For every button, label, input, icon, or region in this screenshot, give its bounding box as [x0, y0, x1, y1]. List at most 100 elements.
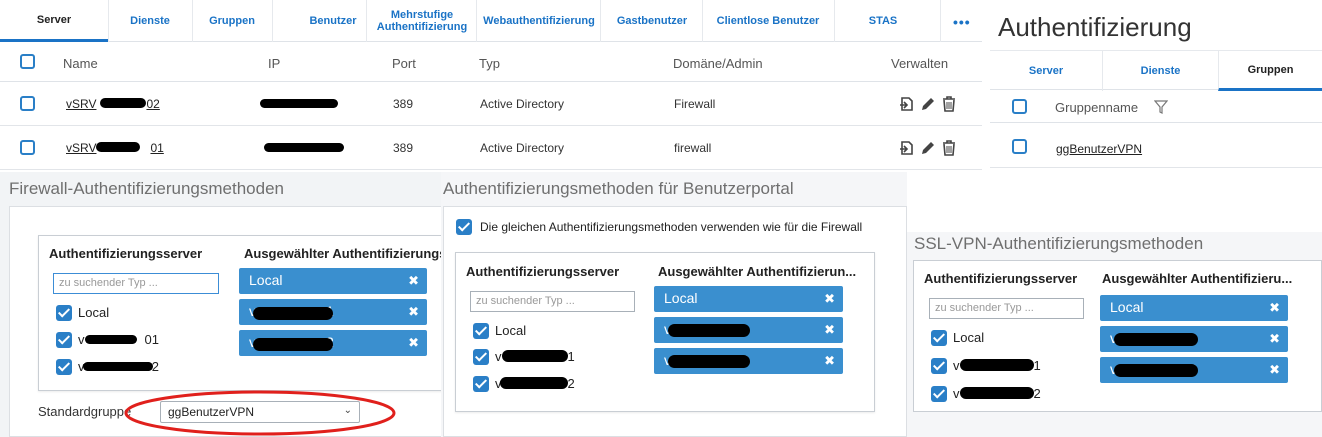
- select-all-checkbox[interactable]: [20, 54, 35, 69]
- search-input[interactable]: zu suchender Typ ...: [53, 273, 219, 294]
- import-icon[interactable]: [899, 96, 915, 112]
- redaction: [253, 338, 333, 351]
- domain-value: Firewall: [674, 97, 716, 111]
- server-item-label: Local: [78, 305, 110, 320]
- redaction: [264, 143, 344, 152]
- server-list-panel: Server Dienste Gruppen Benutzer Mehrstuf…: [0, 0, 982, 172]
- row-checkbox[interactable]: [20, 140, 35, 155]
- edit-icon[interactable]: [920, 96, 936, 112]
- tab-webauthentifizierung[interactable]: Webauthentifizierung: [478, 0, 600, 42]
- redaction: [96, 142, 140, 152]
- page-title: Authentifizierung: [998, 12, 1192, 42]
- more-dots-icon[interactable]: •••: [953, 14, 971, 30]
- remove-icon[interactable]: ✖: [1269, 300, 1280, 316]
- tab-gastbenutzer[interactable]: Gastbenutzer: [604, 0, 700, 42]
- groups-tabbar: Server Dienste Gruppen: [990, 50, 1322, 91]
- col-selected-server: Ausgewählter Authentifizieru...: [1102, 271, 1293, 286]
- col-domain: Domäne/Admin: [673, 56, 763, 71]
- redaction: [83, 362, 153, 371]
- col-manage: Verwalten: [891, 56, 949, 71]
- server-checkbox[interactable]: [473, 376, 489, 392]
- tab-stas[interactable]: STAS: [836, 0, 930, 42]
- remove-icon[interactable]: ✖: [1269, 331, 1280, 347]
- groups-panel: Authentifizierung Server Dienste Gruppen…: [990, 0, 1322, 172]
- groups-table-header: Gruppenname: [990, 91, 1322, 123]
- server-item-label: Local: [953, 330, 985, 345]
- sslvpn-auth-title: SSL-VPN-Authentifizierungsmethoden: [914, 234, 1204, 253]
- server-checkbox[interactable]: [931, 330, 947, 346]
- table-header: Name IP Port Typ Domäne/Admin Verwalten: [0, 42, 982, 82]
- col-type: Typ: [479, 56, 500, 71]
- col-auth-server: Authentifizierungsserver: [924, 271, 1078, 286]
- edit-icon[interactable]: [920, 140, 936, 156]
- filter-icon[interactable]: [1154, 100, 1168, 114]
- import-icon[interactable]: [899, 140, 915, 156]
- default-group-label: Standardgruppe: [38, 404, 132, 419]
- remove-icon[interactable]: ✖: [408, 335, 419, 351]
- redaction: [1114, 364, 1198, 377]
- remove-icon[interactable]: ✖: [824, 322, 835, 338]
- server-item-label: Local: [495, 323, 527, 338]
- type-value: Active Directory: [480, 141, 565, 155]
- selected-chip: Local ✖: [239, 268, 427, 294]
- server-checkbox[interactable]: [56, 359, 72, 375]
- server-checkbox[interactable]: [56, 305, 72, 321]
- sslvpn-auth-box: Authentifizierungsserver Ausgewählter Au…: [913, 260, 1322, 412]
- col-selected-server: Ausgewählter Authentifizierungsserver: [244, 246, 444, 261]
- col-groupname: Gruppenname: [1055, 100, 1139, 115]
- search-input[interactable]: zu suchender Typ ...: [470, 291, 635, 312]
- firewall-auth-box: Authentifizierungsserver Ausgewählter Au…: [38, 235, 448, 391]
- domain-value: firewall: [674, 141, 712, 155]
- server-checkbox[interactable]: [473, 349, 489, 365]
- col-selected-server: Ausgewählter Authentifizierun...: [658, 264, 857, 279]
- table-row: vSRV 02 389 Active Directory Firewall: [0, 82, 982, 126]
- highlight-ellipse: [124, 390, 396, 436]
- blank-area: [907, 172, 1322, 232]
- remove-icon[interactable]: ✖: [408, 273, 419, 289]
- col-auth-server: Authentifizierungsserver: [49, 246, 203, 261]
- table-row: ggBenutzerVPN: [990, 124, 1322, 168]
- tab-dienste[interactable]: Dienste: [108, 0, 192, 42]
- portal-auth-title: Authentifizierungsmethoden für Benutzerp…: [443, 179, 794, 198]
- server-checkbox[interactable]: [931, 358, 947, 374]
- row-checkbox[interactable]: [20, 96, 35, 111]
- tab-dienste[interactable]: Dienste: [1102, 51, 1218, 91]
- redaction: [85, 335, 137, 344]
- server-checkbox[interactable]: [473, 323, 489, 339]
- row-checkbox[interactable]: [1012, 139, 1027, 154]
- remove-icon[interactable]: ✖: [1269, 362, 1280, 378]
- remove-icon[interactable]: ✖: [408, 304, 419, 320]
- same-methods-label: Die gleichen Authentifizierungsmethoden …: [480, 220, 863, 234]
- table-row: vSRV 01 389 Active Directory firewall: [0, 126, 982, 170]
- redaction: [500, 377, 568, 389]
- type-value: Active Directory: [480, 97, 565, 111]
- remove-icon[interactable]: ✖: [824, 353, 835, 369]
- redaction: [960, 359, 1034, 371]
- col-auth-server: Authentifizierungsserver: [466, 264, 620, 279]
- redaction: [253, 307, 333, 320]
- redaction: [100, 98, 146, 108]
- redaction: [1114, 333, 1198, 346]
- same-methods-checkbox[interactable]: [456, 219, 472, 235]
- tab-gruppen[interactable]: Gruppen: [1218, 51, 1322, 91]
- tab-server[interactable]: Server: [0, 0, 108, 42]
- tab-mehrstufige-authentifizierung[interactable]: Mehrstufige Authentifizierung: [370, 0, 474, 42]
- firewall-auth-title: Firewall-Authentifizierungsmethoden: [9, 179, 284, 198]
- tab-benutzer[interactable]: Benutzer: [300, 0, 366, 42]
- auth-tabbar: Server Dienste Gruppen Benutzer Mehrstuf…: [0, 0, 982, 42]
- group-name-link[interactable]: ggBenutzerVPN: [1056, 142, 1142, 156]
- port-value: 389: [393, 97, 414, 111]
- tab-clientlose-benutzer[interactable]: Clientlose Benutzer: [706, 0, 830, 42]
- select-all-checkbox[interactable]: [1012, 99, 1027, 114]
- selected-chip: Local ✖: [1100, 295, 1288, 321]
- trash-icon[interactable]: [941, 140, 957, 156]
- remove-icon[interactable]: ✖: [824, 291, 835, 307]
- server-checkbox[interactable]: [56, 332, 72, 348]
- search-input[interactable]: zu suchender Typ ...: [929, 298, 1084, 319]
- tab-gruppen[interactable]: Gruppen: [192, 0, 272, 42]
- redaction: [502, 350, 568, 362]
- tab-server[interactable]: Server: [990, 51, 1102, 91]
- trash-icon[interactable]: [941, 96, 957, 112]
- redaction: [668, 355, 750, 368]
- server-checkbox[interactable]: [931, 386, 947, 402]
